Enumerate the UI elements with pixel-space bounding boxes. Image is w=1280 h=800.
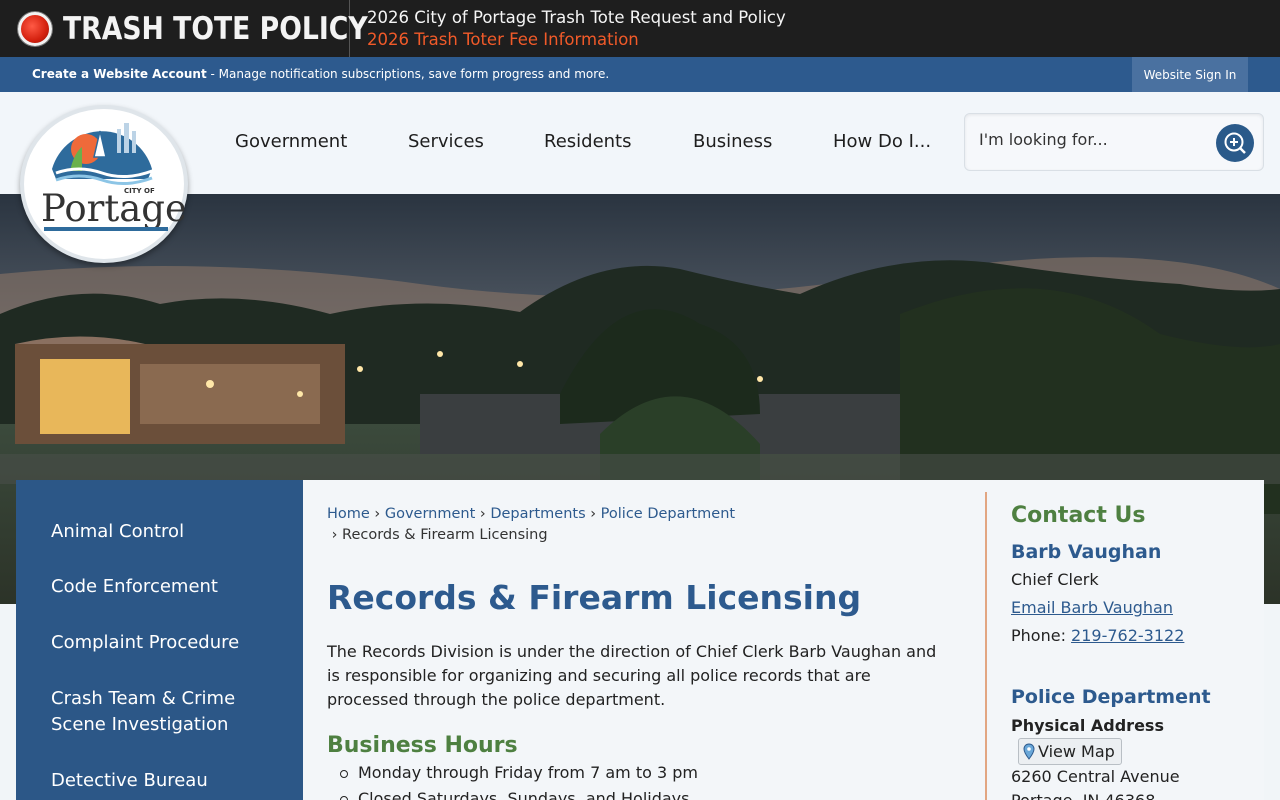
nav-government[interactable]: Government	[235, 131, 347, 152]
sidebar-nav: Animal Control Code Enforcement Complain…	[16, 480, 303, 800]
hours-item: Monday through Friday from 7 am to 3 pm	[340, 760, 698, 786]
physical-address-label: Physical Address	[1011, 716, 1164, 735]
sidebar-item-detective-bureau[interactable]: Detective Bureau	[51, 768, 291, 794]
contact-heading: Contact Us	[1011, 503, 1146, 528]
contact-role: Chief Clerk	[1011, 570, 1099, 589]
nav-services[interactable]: Services	[408, 131, 484, 152]
contact-phone-label: Phone:	[1011, 626, 1072, 645]
breadcrumb-current: Records & Firearm Licensing	[342, 527, 548, 543]
create-account-link[interactable]: Create a Website Account	[32, 67, 207, 81]
view-map-label: View Map	[1038, 742, 1115, 761]
contact-email-link[interactable]: Email Barb Vaughan	[1011, 598, 1173, 617]
alert-title: TRASH TOTE POLICY	[63, 10, 368, 47]
search-icon	[1224, 132, 1246, 154]
alert-title-block[interactable]: TRASH TOTE POLICY	[0, 0, 368, 57]
sign-in-button[interactable]: Website Sign In	[1132, 57, 1248, 92]
breadcrumb-home[interactable]: Home	[327, 506, 370, 522]
nav-how-do-i[interactable]: How Do I...	[833, 131, 931, 152]
city-logo[interactable]: CITY OF Portage	[20, 105, 188, 263]
account-bar: Create a Website Account - Manage notifi…	[0, 57, 1280, 92]
search-button[interactable]	[1216, 124, 1254, 162]
alert-banner: TRASH TOTE POLICY 2026 City of Portage T…	[0, 0, 1280, 57]
alert-icon	[18, 11, 52, 46]
address-street: 6260 Central Avenue	[1011, 767, 1180, 786]
nav-business[interactable]: Business	[693, 131, 772, 152]
alert-link-fee-info[interactable]: 2026 Trash Toter Fee Information	[367, 29, 786, 51]
hours-item: Closed Saturdays, Sundays, and Holidays	[340, 786, 698, 800]
sidebar-item-animal-control[interactable]: Animal Control	[51, 519, 291, 545]
business-hours-heading: Business Hours	[327, 733, 518, 758]
alert-link-tote-request[interactable]: 2026 City of Portage Trash Tote Request …	[367, 7, 786, 29]
page-title: Records & Firearm Licensing	[327, 578, 862, 617]
search-box	[964, 113, 1264, 171]
logo-emblem-icon: CITY OF Portage	[41, 123, 187, 231]
account-message: Create a Website Account - Manage notifi…	[32, 67, 609, 81]
sidebar-item-complaint-procedure[interactable]: Complaint Procedure	[51, 630, 291, 656]
breadcrumb: Home › Government › Departments › Police…	[327, 506, 736, 543]
breadcrumb-departments[interactable]: Departments	[490, 506, 585, 522]
column-divider	[985, 492, 987, 800]
address-city: Portage, IN 46368	[1011, 791, 1155, 800]
sidebar-item-code-enforcement[interactable]: Code Enforcement	[51, 574, 291, 600]
breadcrumb-government[interactable]: Government	[385, 506, 475, 522]
map-pin-icon	[1023, 743, 1035, 760]
sidebar-item-crash-team[interactable]: Crash Team & Crime Scene Investigation	[51, 686, 251, 738]
search-input[interactable]	[979, 130, 1209, 149]
police-department-heading: Police Department	[1011, 686, 1211, 708]
business-hours-list: Monday through Friday from 7 am to 3 pm …	[340, 760, 698, 800]
nav-residents[interactable]: Residents	[544, 131, 632, 152]
breadcrumb-police-department[interactable]: Police Department	[601, 506, 735, 522]
view-map-button[interactable]: View Map	[1018, 738, 1122, 765]
logo-portage-wordmark: Portage	[41, 187, 184, 230]
contact-name: Barb Vaughan	[1011, 541, 1162, 563]
intro-paragraph: The Records Division is under the direct…	[327, 642, 937, 709]
account-description: - Manage notification subscriptions, sav…	[206, 67, 610, 81]
contact-phone-link[interactable]: 219-762-3122	[1071, 626, 1184, 645]
